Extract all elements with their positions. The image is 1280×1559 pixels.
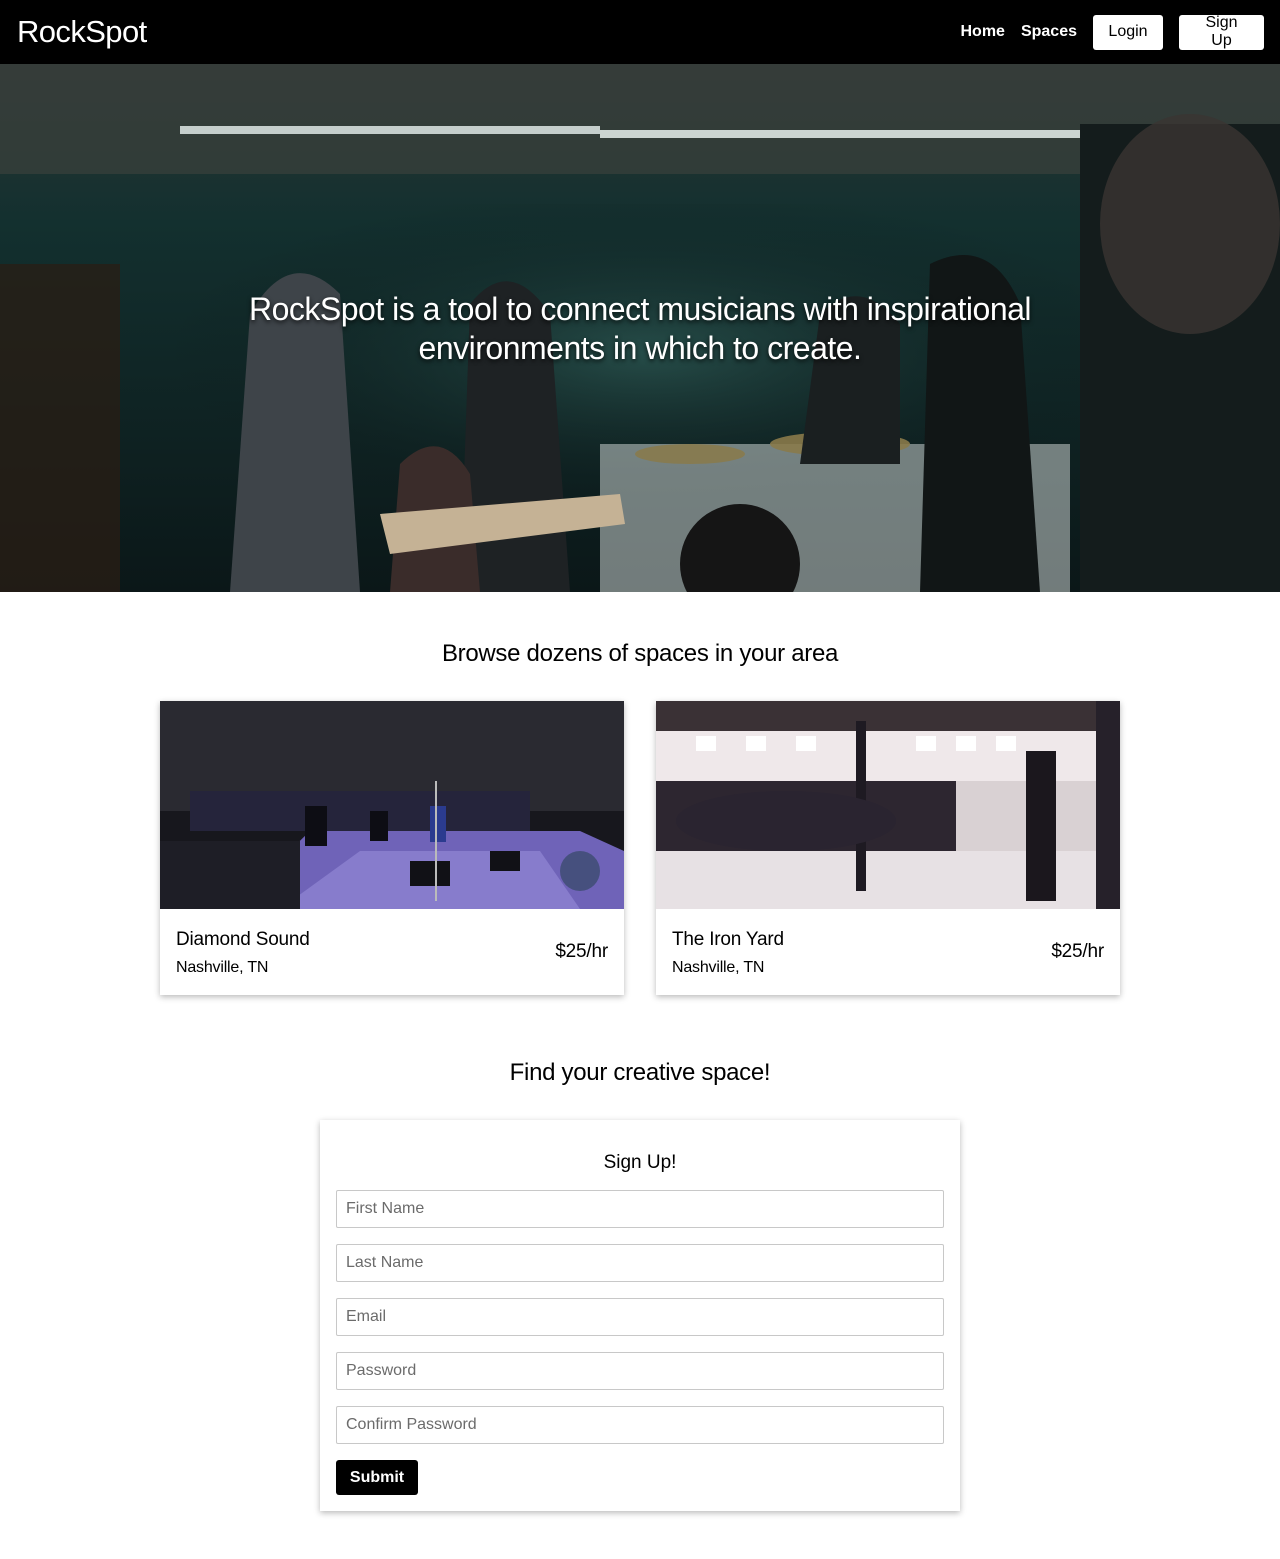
space-name[interactable]: Diamond Sound [176, 929, 310, 951]
space-name[interactable]: The Iron Yard [672, 929, 784, 951]
signup-section-title: Find your creative space! [509, 1059, 771, 1086]
email-input[interactable] [336, 1298, 944, 1336]
submit-button[interactable]: Submit [336, 1460, 418, 1495]
space-photo [160, 701, 624, 909]
hero-tagline-line2: environments in which to create. [418, 330, 862, 366]
last-name-input[interactable] [336, 1244, 944, 1282]
space-photo [656, 701, 1120, 909]
browse-title: Browse dozens of spaces in your area [441, 640, 839, 667]
nav-link-spaces[interactable]: Spaces [1021, 23, 1077, 41]
top-navbar: RockSpot Home Spaces Login Sign Up [0, 0, 1280, 64]
space-price: $25/hr [555, 941, 608, 962]
space-card[interactable]: Diamond Sound Nashville, TN $25/hr [160, 701, 624, 995]
space-card[interactable]: The Iron Yard Nashville, TN $25/hr [656, 701, 1120, 995]
signup-form-title: Sign Up! [603, 1152, 677, 1173]
password-input[interactable] [336, 1352, 944, 1390]
space-card-body: Diamond Sound Nashville, TN $25/hr [160, 909, 624, 995]
signup-button[interactable]: Sign Up [1179, 14, 1264, 50]
signup-form: Sign Up! Submit [320, 1120, 960, 1511]
hero-banner: RockSpot is a tool to connect musicians … [0, 64, 1280, 592]
nav-link-home[interactable]: Home [961, 23, 1005, 41]
login-button[interactable]: Login [1093, 14, 1163, 50]
space-location: Nashville, TN [672, 959, 765, 976]
space-price: $25/hr [1051, 941, 1104, 962]
first-name-input[interactable] [336, 1190, 944, 1228]
hero-tagline: RockSpot is a tool to connect musicians … [0, 290, 1280, 368]
space-location: Nashville, TN [176, 959, 269, 976]
brand-logo[interactable]: RockSpot [17, 14, 147, 50]
confirm-password-input[interactable] [336, 1406, 944, 1444]
space-card-body: The Iron Yard Nashville, TN $25/hr [656, 909, 1120, 995]
hero-tagline-line1: RockSpot is a tool to connect musicians … [248, 291, 1032, 327]
nav-links: Home Spaces Login Sign Up [961, 14, 1264, 50]
